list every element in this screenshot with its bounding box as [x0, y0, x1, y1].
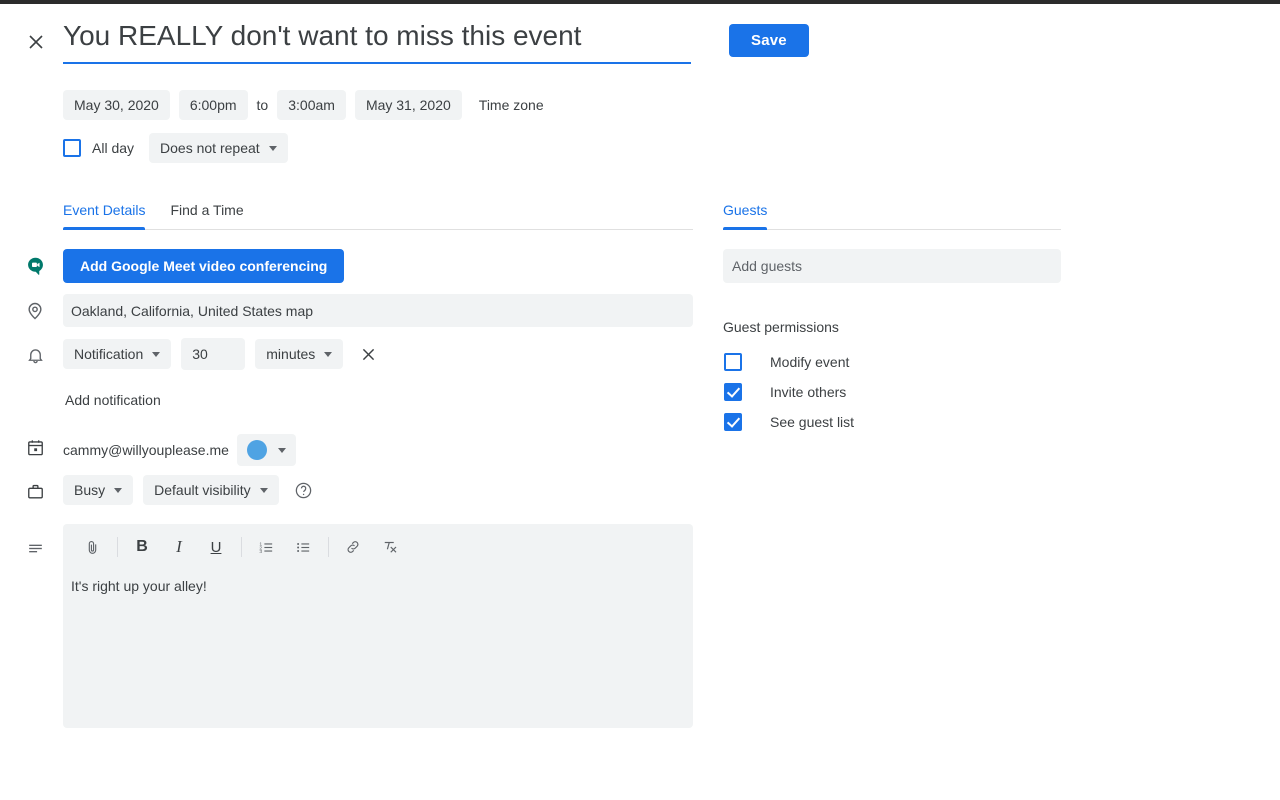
- numbered-list-icon[interactable]: 1 2 3: [251, 532, 281, 562]
- description-lines-icon: [24, 537, 46, 559]
- see-guest-list-checkbox[interactable]: [724, 413, 742, 431]
- italic-icon[interactable]: I: [164, 532, 194, 562]
- remove-notification-button[interactable]: [357, 343, 379, 365]
- toolbar-divider: [328, 537, 329, 557]
- chevron-down-icon: [277, 447, 286, 453]
- help-circle-icon[interactable]: [293, 479, 315, 501]
- add-notification-button[interactable]: Add notification: [65, 392, 161, 408]
- location-input[interactable]: [63, 294, 693, 327]
- busy-label: Busy: [74, 482, 106, 498]
- chevron-down-icon: [114, 487, 123, 493]
- calendar-icon: [24, 436, 46, 458]
- description-text[interactable]: It's right up your alley!: [63, 570, 693, 710]
- svg-text:3: 3: [259, 548, 262, 554]
- notification-type-label: Notification: [74, 346, 144, 362]
- event-color-dropdown[interactable]: [236, 434, 296, 466]
- description-toolbar: B I U 1 2 3: [63, 524, 693, 570]
- permission-see-guest-list[interactable]: See guest list: [724, 407, 854, 437]
- notification-unit-dropdown[interactable]: minutes: [255, 339, 344, 369]
- chevron-down-icon: [259, 487, 268, 493]
- tab-find-a-time[interactable]: Find a Time: [170, 202, 243, 229]
- to-label: to: [256, 97, 269, 113]
- bell-icon: [24, 344, 46, 366]
- calendar-owner-label: cammy@willyouplease.me: [63, 442, 229, 458]
- invite-others-checkbox[interactable]: [724, 383, 742, 401]
- all-day-row: All day Does not repeat: [63, 133, 288, 163]
- time-zone-button[interactable]: Time zone: [479, 97, 544, 113]
- title-field-wrapper: [63, 20, 691, 64]
- chevron-down-icon: [268, 145, 277, 151]
- repeat-label: Does not repeat: [160, 140, 260, 156]
- add-guests-input[interactable]: [723, 249, 1061, 283]
- color-swatch: [246, 440, 267, 460]
- permission-label: Invite others: [770, 384, 847, 400]
- end-time-chip[interactable]: 3:00am: [277, 90, 346, 120]
- add-google-meet-button[interactable]: Add Google Meet video conferencing: [63, 249, 345, 283]
- busy-dropdown[interactable]: Busy: [63, 475, 134, 505]
- details-tabs: Event Details Find a Time: [63, 202, 693, 230]
- guest-permissions-title: Guest permissions: [723, 319, 839, 335]
- notification-row: Notification minutes: [63, 338, 379, 370]
- guest-permissions-list: Modify event Invite others See guest lis…: [724, 347, 854, 437]
- permission-label: See guest list: [770, 414, 855, 430]
- underline-icon[interactable]: U: [201, 532, 231, 562]
- event-title-input[interactable]: [63, 20, 691, 64]
- description-box: B I U 1 2 3 It's right up your alley!: [63, 524, 693, 728]
- notification-unit-label: minutes: [266, 346, 316, 362]
- modify-event-checkbox[interactable]: [724, 353, 742, 371]
- repeat-dropdown[interactable]: Does not repeat: [149, 133, 288, 163]
- start-date-chip[interactable]: May 30, 2020: [63, 90, 170, 120]
- close-icon[interactable]: [22, 28, 50, 56]
- remove-formatting-icon[interactable]: [375, 532, 405, 562]
- permission-invite-others[interactable]: Invite others: [724, 377, 854, 407]
- all-day-label: All day: [92, 140, 135, 156]
- toolbar-divider: [117, 537, 118, 557]
- calendar-owner-row: cammy@willyouplease.me: [63, 434, 296, 466]
- end-date-chip[interactable]: May 31, 2020: [354, 90, 462, 120]
- permission-label: Modify event: [770, 354, 850, 370]
- schedule-row: May 30, 2020 6:00pm to 3:00am May 31, 20…: [63, 90, 544, 120]
- permission-modify-event[interactable]: Modify event: [724, 347, 854, 377]
- bold-icon[interactable]: B: [127, 532, 157, 562]
- bulleted-list-icon[interactable]: [288, 532, 318, 562]
- briefcase-icon: [24, 480, 46, 502]
- tab-guests[interactable]: Guests: [723, 202, 768, 230]
- start-time-chip[interactable]: 6:00pm: [178, 90, 248, 120]
- visibility-dropdown[interactable]: Default visibility: [143, 475, 279, 505]
- notification-amount-input[interactable]: [181, 338, 246, 370]
- chevron-down-icon: [152, 351, 161, 357]
- location-pin-icon: [24, 300, 46, 322]
- save-button[interactable]: Save: [729, 24, 809, 57]
- notification-type-dropdown[interactable]: Notification: [63, 339, 172, 369]
- attach-icon[interactable]: [77, 532, 107, 562]
- google-meet-icon: [24, 255, 46, 277]
- chevron-down-icon: [324, 351, 333, 357]
- event-editor-page: Save May 30, 2020 6:00pm to 3:00am May 3…: [0, 0, 1280, 800]
- guests-tabs: Guests: [723, 202, 1061, 230]
- link-icon[interactable]: [338, 532, 368, 562]
- availability-row: Busy Default visibility: [63, 475, 315, 505]
- all-day-checkbox[interactable]: [63, 139, 81, 157]
- toolbar-divider: [241, 537, 242, 557]
- visibility-label: Default visibility: [154, 482, 251, 498]
- tab-event-details[interactable]: Event Details: [63, 202, 146, 230]
